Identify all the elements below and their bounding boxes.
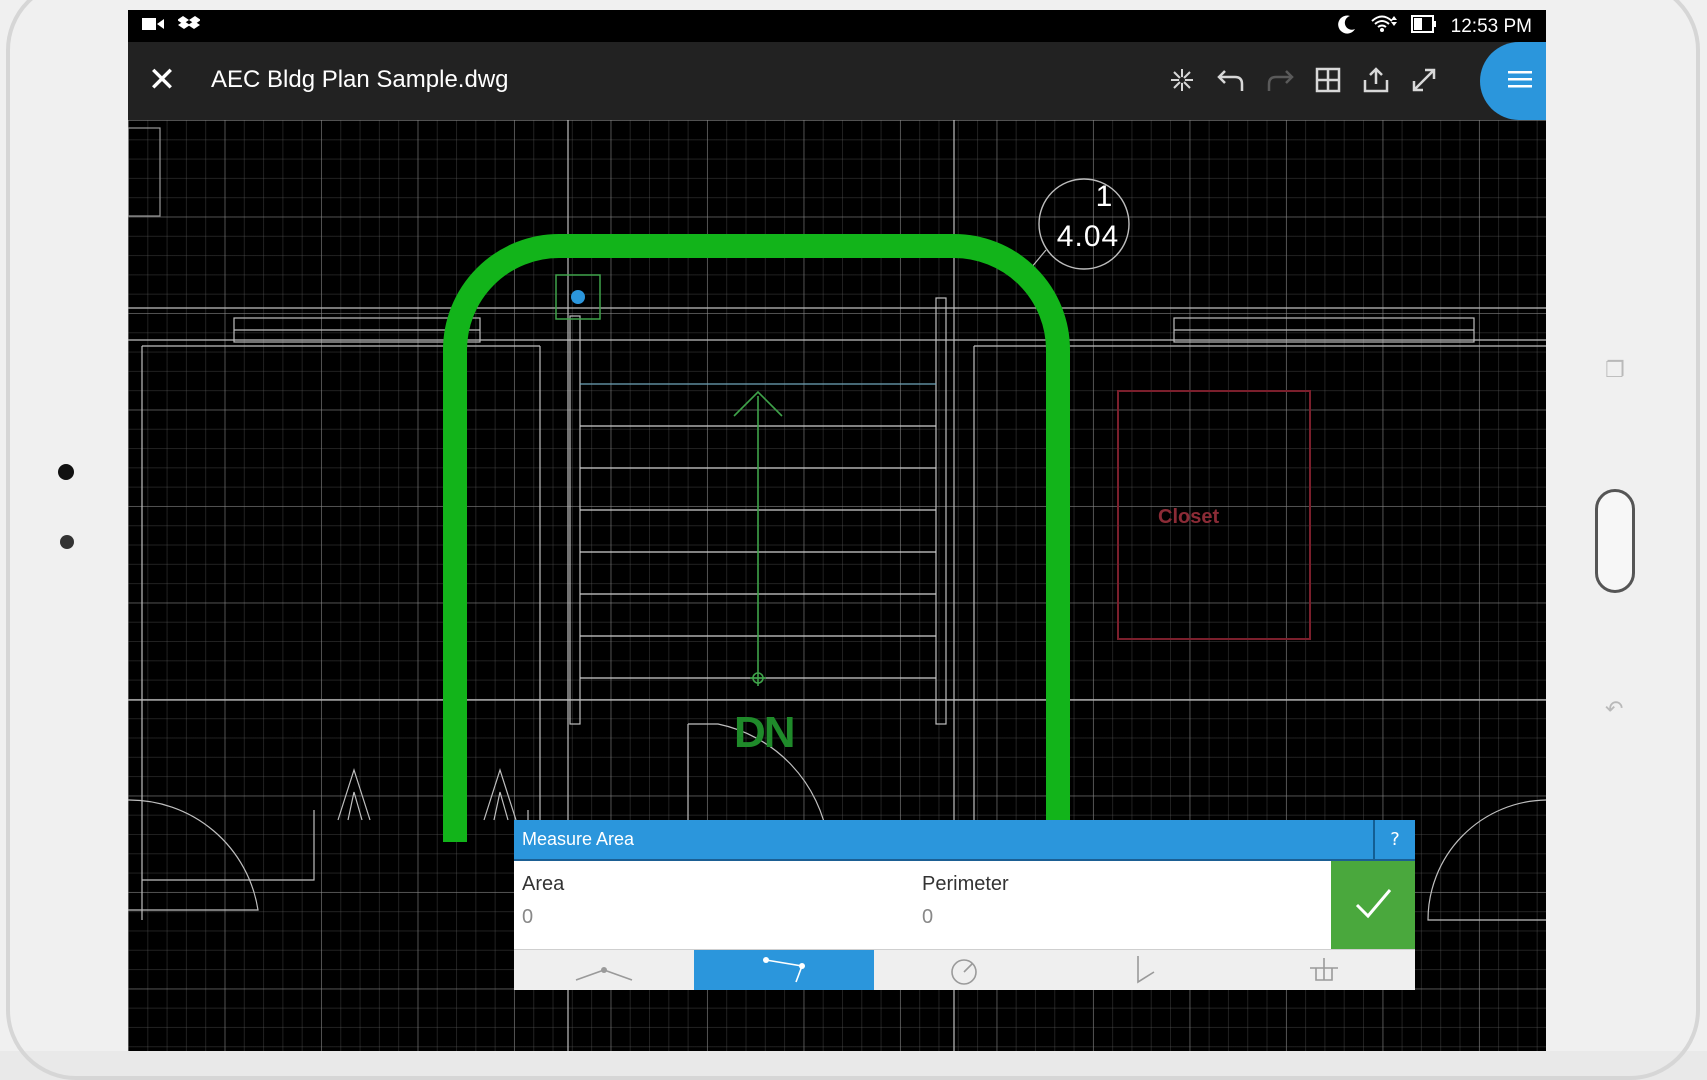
area-field: Area 0 <box>522 873 564 929</box>
measure-radius-icon <box>1234 958 1415 994</box>
measure-results: Area 0 Perimeter 0 <box>514 859 1415 949</box>
dropbox-icon <box>177 15 201 38</box>
redo-icon[interactable] <box>1262 62 1298 98</box>
measure-area-panel: Measure Area ? Area 0 Perimeter 0 <box>514 820 1415 990</box>
tab-measure-area[interactable] <box>694 950 874 990</box>
wifi-icon <box>1371 14 1397 40</box>
front-camera <box>58 464 74 480</box>
clock: 12:53 PM <box>1450 16 1532 37</box>
closet-label: Closet <box>1158 506 1220 528</box>
measure-panel-title: Measure Area <box>522 829 635 849</box>
document-title: AEC Bldg Plan Sample.dwg <box>211 66 509 93</box>
section-tag-sheet: 4.04 <box>1056 220 1120 253</box>
fullscreen-icon[interactable] <box>1406 62 1442 98</box>
help-button[interactable]: ? <box>1373 820 1415 859</box>
video-icon <box>142 15 164 38</box>
section-tag-number: 1 <box>1095 180 1113 213</box>
tab-measure-arc[interactable] <box>1054 950 1234 990</box>
status-bar: 12:53 PM <box>128 10 1546 42</box>
measure-panel-header: Measure Area ? <box>514 820 1415 859</box>
area-value: 0 <box>522 906 534 928</box>
area-label: Area <box>522 873 565 895</box>
close-icon[interactable]: ✕ <box>142 60 182 100</box>
moon-icon <box>1337 14 1357 40</box>
app-toolbar: ✕ AEC Bldg Plan Sample.dwg <box>128 42 1546 120</box>
measure-area-icon <box>694 957 874 994</box>
measure-distance-icon <box>514 967 694 994</box>
confirm-button[interactable] <box>1331 861 1415 949</box>
menu-icon <box>1507 69 1533 93</box>
perimeter-label: Perimeter <box>922 873 1009 895</box>
perimeter-value: 0 <box>922 906 934 928</box>
grid-icon[interactable] <box>1310 62 1346 98</box>
battery-icon <box>1410 15 1437 39</box>
light-sensor <box>60 535 74 549</box>
recent-apps-icon[interactable]: ❐ <box>1605 358 1625 383</box>
back-icon[interactable]: ↶ <box>1605 697 1623 722</box>
tab-measure-angle[interactable] <box>874 950 1054 990</box>
magic-snap-icon[interactable] <box>1164 62 1200 98</box>
perimeter-field: Perimeter 0 <box>922 873 1009 929</box>
tab-measure-distance[interactable] <box>514 950 694 990</box>
tab-measure-radius[interactable] <box>1234 950 1415 990</box>
share-icon[interactable] <box>1358 62 1394 98</box>
measure-angle-icon <box>874 959 1054 994</box>
menu-button[interactable] <box>1480 42 1546 120</box>
measure-arc-icon <box>1054 956 1234 994</box>
stair-direction-label: DN <box>734 708 796 757</box>
measure-tool-tabs <box>514 949 1415 990</box>
device-screen: 12:53 PM ✕ AEC Bldg Plan Sample.dwg Clos… <box>128 10 1546 1051</box>
undo-icon[interactable] <box>1213 62 1249 98</box>
check-icon <box>1353 885 1393 925</box>
home-button[interactable] <box>1595 489 1635 593</box>
